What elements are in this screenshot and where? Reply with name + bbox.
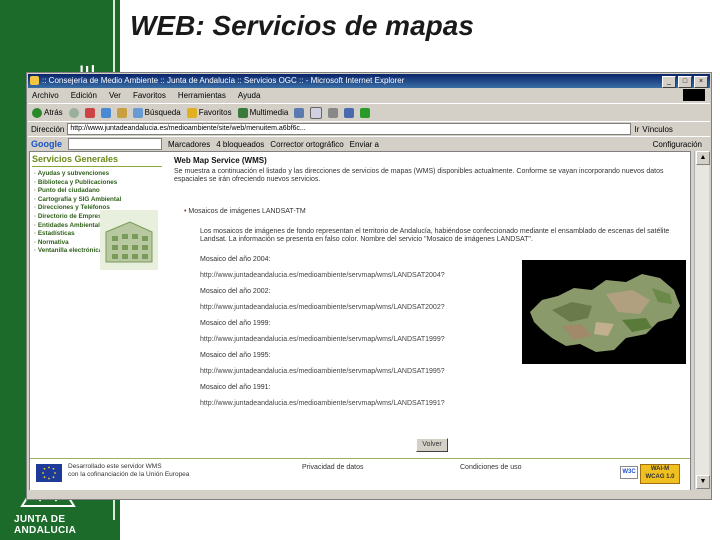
privacy-link[interactable]: Privacidad de datos	[302, 464, 363, 471]
links-label[interactable]: Vínculos	[642, 125, 673, 134]
send-to-button[interactable]: Enviar a	[350, 140, 379, 149]
back-button[interactable]: Atrás	[32, 107, 63, 118]
toolbar: Atrás Búsqueda Favoritos Multimedia	[28, 103, 710, 121]
menu-archivo[interactable]: Archivo	[32, 89, 59, 102]
entry-url-2004[interactable]: http://www.juntadeandalucia.es/medioambi…	[200, 272, 445, 279]
building-image	[100, 210, 158, 270]
popup-blocker-button[interactable]: 4 bloqueados	[216, 140, 264, 149]
stop-icon	[84, 107, 95, 118]
main-content: Web Map Service (WMS) Se muestra a conti…	[170, 152, 690, 490]
scroll-up-arrow[interactable]: ▲	[696, 151, 710, 165]
bookmarks-button[interactable]: Marcadores	[168, 140, 210, 149]
stop-button[interactable]	[84, 107, 95, 118]
print-button[interactable]	[328, 107, 339, 118]
footer-divider	[30, 458, 690, 459]
services-sidebar: Servicios Generales Ayudas y subvencione…	[30, 152, 164, 292]
menu-favoritos[interactable]: Favoritos	[133, 89, 166, 102]
google-settings-button[interactable]: Configuración	[653, 140, 710, 149]
services-divider	[32, 166, 162, 167]
print-icon	[328, 107, 339, 118]
edit-icon	[344, 107, 355, 118]
ie-icon	[30, 76, 39, 85]
entry-url-1995[interactable]: http://www.juntadeandalucia.es/medioambi…	[200, 368, 445, 375]
conditions-link[interactable]: Condiciones de uso	[460, 464, 522, 471]
service-link-biblioteca[interactable]: Biblioteca y Publicaciones	[34, 179, 121, 188]
go-button[interactable]: Ir	[634, 125, 639, 134]
messenger-icon	[360, 107, 371, 118]
service-link-ayudas[interactable]: Ayudas y subvenciones	[34, 170, 121, 179]
menu-edicion[interactable]: Edición	[71, 89, 97, 102]
scroll-down-arrow[interactable]: ▼	[696, 475, 710, 489]
landsat-bullet: Mosaicos de imágenes LANDSAT-TM	[184, 208, 305, 215]
intro-text: Se muestra a continuación el listado y l…	[174, 168, 664, 183]
page-footer: Desarrollado este servidor WMS con la co…	[30, 458, 690, 490]
service-link-cartografia[interactable]: Cartografía y SIG Ambiental	[34, 196, 121, 205]
back-submit-button[interactable]: Volver	[416, 438, 448, 452]
andalucia-satellite-map	[522, 260, 686, 364]
google-logo[interactable]: Google	[31, 139, 62, 149]
wms-title: Web Map Service (WMS)	[174, 156, 267, 165]
refresh-button[interactable]	[100, 107, 111, 118]
mail-button[interactable]	[310, 106, 323, 119]
browser-window: :: Consejería de Medio Ambiente :: Junta…	[26, 72, 712, 500]
spellcheck-button[interactable]: Corrector ortográfico	[270, 140, 343, 149]
eu-cofinancing-text: Desarrollado este servidor WMS con la co…	[68, 463, 190, 478]
refresh-icon	[100, 107, 111, 118]
status-bar	[28, 490, 710, 498]
search-button[interactable]: Búsqueda	[132, 107, 181, 118]
entry-url-2002[interactable]: http://www.juntadeandalucia.es/medioambi…	[200, 304, 445, 311]
minimize-button[interactable]: _	[662, 76, 676, 88]
maximize-button[interactable]: □	[678, 76, 692, 88]
google-search-input[interactable]	[68, 138, 162, 150]
entry-label-2002: Mosaico del año 2002:	[200, 288, 271, 295]
menu-ver[interactable]: Ver	[109, 89, 121, 102]
services-title: Servicios Generales	[32, 154, 119, 164]
edit-button[interactable]	[344, 107, 355, 118]
service-link-punto[interactable]: Punto del ciudadano	[34, 187, 121, 196]
home-icon	[116, 107, 127, 118]
media-icon	[237, 107, 248, 118]
search-icon	[132, 107, 143, 118]
mail-icon	[310, 106, 323, 119]
address-label: Dirección	[31, 124, 65, 134]
back-arrow-icon	[32, 107, 42, 118]
window-title: :: Consejería de Medio Ambiente :: Junta…	[42, 76, 405, 85]
history-button[interactable]	[294, 107, 305, 118]
menubar: Archivo Edición Ver Favoritos Herramient…	[28, 89, 710, 102]
forward-arrow-icon	[68, 107, 79, 118]
entry-label-1991: Mosaico del año 1991:	[200, 384, 271, 391]
address-bar: Dirección http://www.juntadeandalucia.es…	[28, 121, 710, 136]
media-button[interactable]: Multimedia	[237, 107, 288, 118]
history-icon	[294, 107, 305, 118]
messenger-button[interactable]	[360, 107, 371, 118]
entry-label-1999: Mosaico del año 1999:	[200, 320, 271, 327]
w3c-badge[interactable]: W3C	[620, 466, 638, 479]
address-input[interactable]: http://www.juntadeandalucia.es/medioambi…	[67, 123, 632, 135]
favorites-button[interactable]: Favoritos	[186, 107, 232, 118]
vertical-scrollbar[interactable]: ▲ ▼	[694, 151, 710, 489]
entry-url-1991[interactable]: http://www.juntadeandalucia.es/medioambi…	[200, 400, 445, 407]
menu-ayuda[interactable]: Ayuda	[238, 89, 261, 102]
entry-label-1995: Mosaico del año 1995:	[200, 352, 271, 359]
entry-url-1999[interactable]: http://www.juntadeandalucia.es/medioambi…	[200, 336, 445, 343]
menu-herramientas[interactable]: Herramientas	[178, 89, 226, 102]
star-icon	[186, 107, 197, 118]
landsat-description: Los mosaicos de imágenes de fondo repres…	[200, 228, 670, 243]
window-controls: _ □ ×	[662, 76, 708, 88]
close-button[interactable]: ×	[694, 76, 708, 88]
entry-label-2004: Mosaico del año 2004:	[200, 256, 271, 263]
windows-logo-icon	[683, 89, 705, 101]
home-button[interactable]	[116, 107, 127, 118]
wai-badge[interactable]: WAI-M WCAG 1.0	[640, 464, 680, 484]
eu-flag-icon	[36, 464, 62, 482]
browser-titlebar: :: Consejería de Medio Ambiente :: Junta…	[28, 74, 710, 88]
forward-button[interactable]	[68, 107, 79, 118]
google-toolbar: Google Marcadores 4 bloqueados Corrector…	[28, 136, 710, 151]
slide-title: WEB: Servicios de mapas	[130, 10, 474, 41]
logo-text: JUNTA DE ANDALUCIA	[14, 514, 77, 536]
web-page: Servicios Generales Ayudas y subvencione…	[29, 151, 691, 491]
